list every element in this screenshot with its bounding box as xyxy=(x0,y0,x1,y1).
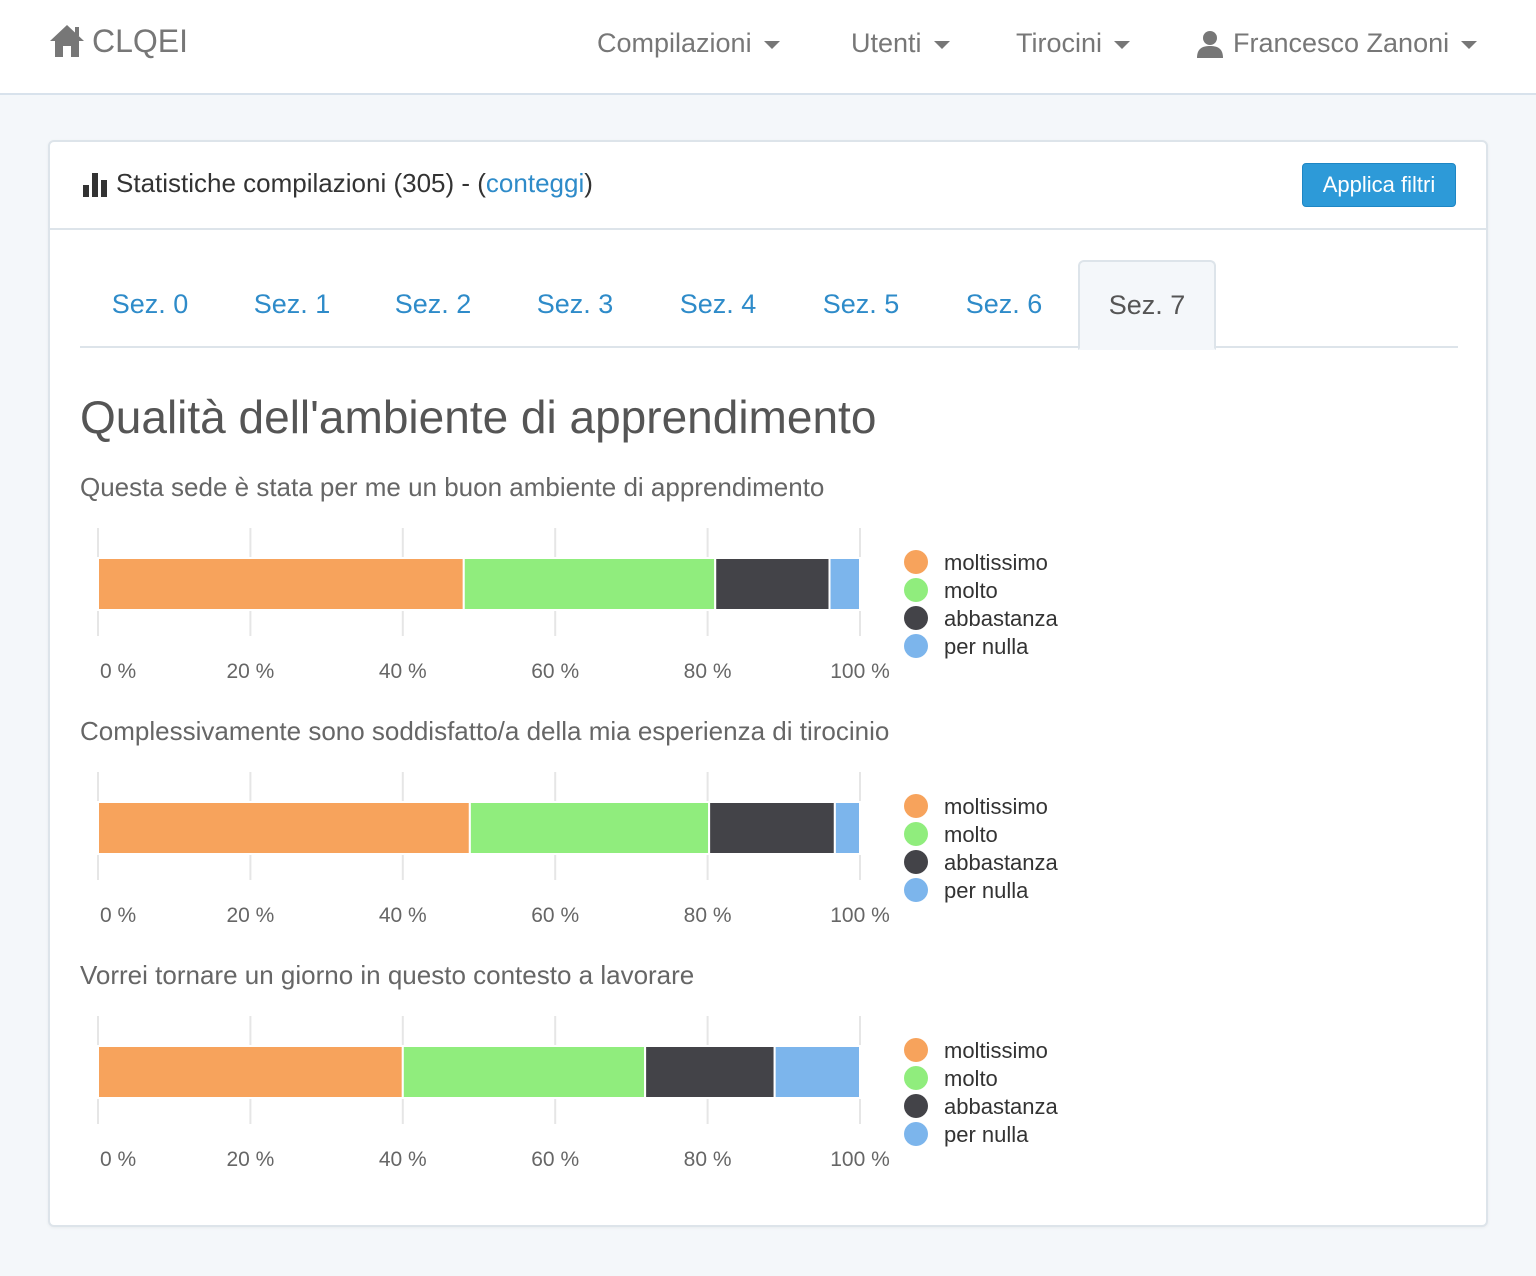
x-tick-label: 0 % xyxy=(100,904,136,927)
user-icon xyxy=(1197,30,1223,58)
stacked-bar-chart: 0 % 20 % 40 % 60 % 80 % 100 % moltissimo molto a… xyxy=(97,1016,1059,1171)
nav-utenti-dropdown[interactable]: Utenti xyxy=(851,28,950,59)
tab-sez-2[interactable]: Sez. 2 xyxy=(364,260,502,348)
legend-label: abbastanza xyxy=(944,1094,1059,1119)
nav-compilazioni-label: Compilazioni xyxy=(597,28,752,58)
stacked-bar-chart: 0 % 20 % 40 % 60 % 80 % 100 % moltissimo molto a… xyxy=(97,528,1059,683)
question-3-label: Vorrei tornare un giorno in questo conte… xyxy=(80,960,695,990)
bar-segment-moltissimo xyxy=(97,1045,404,1099)
nav-compilazioni-dropdown[interactable]: Compilazioni xyxy=(597,28,780,59)
x-tick-label: 60 % xyxy=(531,904,579,927)
navbar: CLQEI Compilazioni Utenti Tirocini Franc… xyxy=(0,0,1536,95)
caret-down-icon xyxy=(1461,41,1478,49)
x-tick-label: 60 % xyxy=(531,1148,579,1171)
section-title: Qualità dell'ambiente di apprendimento xyxy=(80,391,877,443)
chart-1: 0 % 20 % 40 % 60 % 80 % 100 % moltissimo molto a… xyxy=(97,528,1098,688)
chart-3: 0 % 20 % 40 % 60 % 80 % 100 % moltissimo molto a… xyxy=(97,1016,1098,1176)
bar-segment-per-nulla xyxy=(833,801,862,855)
question-1-label: Questa sede è stata per me un buon ambie… xyxy=(80,472,825,502)
bar-segment-per-nulla xyxy=(828,557,862,611)
legend-marker xyxy=(904,1094,928,1118)
bar-segment-abbastanza xyxy=(708,801,836,855)
x-tick-label: 20 % xyxy=(226,1148,274,1171)
panel-title: Statistiche compilazioni (305) - (conteg… xyxy=(82,168,593,199)
legend-label: per nulla xyxy=(944,634,1029,659)
legend-label: moltissimo xyxy=(944,550,1048,575)
bar-segment-moltissimo xyxy=(97,801,471,855)
x-tick-label: 0 % xyxy=(100,1148,136,1171)
legend-label: molto xyxy=(944,1066,998,1091)
x-tick-label: 100 % xyxy=(830,1148,890,1171)
x-tick-label: 60 % xyxy=(531,660,579,683)
x-tick-label: 40 % xyxy=(379,1148,427,1171)
brand-name: CLQEI xyxy=(92,22,189,59)
bar-segment-molto xyxy=(401,1045,647,1099)
bar-segment-molto xyxy=(468,801,711,855)
nav-tirocini-label: Tirocini xyxy=(1016,28,1103,58)
x-tick-label: 80 % xyxy=(684,1148,732,1171)
caret-down-icon xyxy=(763,41,780,49)
tab-sez-7[interactable]: Sez. 7 xyxy=(1078,260,1216,350)
apply-filters-button[interactable]: Applica filtri xyxy=(1302,163,1456,207)
legend-label: per nulla xyxy=(944,878,1029,903)
bar-segment-molto xyxy=(462,557,717,611)
nav-user-label: Francesco Zanoni xyxy=(1233,28,1450,58)
legend-marker xyxy=(904,606,928,630)
legend-marker xyxy=(904,794,928,818)
home-icon xyxy=(50,25,84,57)
bar-chart-icon xyxy=(83,172,107,197)
section-tabs: Sez. 0 Sez. 1 Sez. 2 Sez. 3 Sez. 4 Sez. … xyxy=(80,260,1458,350)
x-tick-label: 80 % xyxy=(684,660,732,683)
x-tick-label: 80 % xyxy=(684,904,732,927)
tab-sez-1[interactable]: Sez. 1 xyxy=(222,260,362,348)
bar-segment-abbastanza xyxy=(644,1045,776,1099)
panel-header: Statistiche compilazioni (305) - (conteg… xyxy=(50,142,1486,230)
chart-2: 0 % 20 % 40 % 60 % 80 % 100 % moltissimo molto a… xyxy=(97,772,1098,932)
legend-label: moltissimo xyxy=(944,794,1048,819)
legend-label: moltissimo xyxy=(944,1038,1048,1063)
tab-sez-0[interactable]: Sez. 0 xyxy=(80,260,220,348)
legend-label: molto xyxy=(944,822,998,847)
bar-segment-per-nulla xyxy=(773,1045,862,1099)
legend-marker xyxy=(904,1122,928,1146)
conteggi-link[interactable]: conteggi xyxy=(486,168,584,199)
x-tick-label: 100 % xyxy=(830,660,890,683)
legend-label: abbastanza xyxy=(944,850,1059,875)
legend-marker xyxy=(904,634,928,658)
legend-label: per nulla xyxy=(944,1122,1029,1147)
caret-down-icon xyxy=(1114,41,1131,49)
tab-sez-6[interactable]: Sez. 6 xyxy=(934,260,1074,348)
x-tick-label: 20 % xyxy=(226,660,274,683)
nav-tirocini-dropdown[interactable]: Tirocini xyxy=(1016,28,1131,59)
legend-marker xyxy=(904,822,928,846)
brand-link[interactable]: CLQEI xyxy=(48,22,188,60)
x-tick-label: 40 % xyxy=(379,904,427,927)
legend-label: molto xyxy=(944,578,998,603)
legend-marker xyxy=(904,550,928,574)
tab-sez-4[interactable]: Sez. 4 xyxy=(648,260,788,348)
tab-sez-5[interactable]: Sez. 5 xyxy=(790,260,932,348)
stacked-bar-chart: 0 % 20 % 40 % 60 % 80 % 100 % moltissimo molto a… xyxy=(97,772,1059,927)
x-tick-label: 100 % xyxy=(830,904,890,927)
nav-user-dropdown[interactable]: Francesco Zanoni xyxy=(1195,28,1478,59)
x-tick-label: 20 % xyxy=(226,904,274,927)
tab-sez-3[interactable]: Sez. 3 xyxy=(504,260,646,348)
caret-down-icon xyxy=(933,41,950,49)
legend-marker xyxy=(904,878,928,902)
legend-marker xyxy=(904,1038,928,1062)
question-2-label: Complessivamente sono soddisfatto/a dell… xyxy=(80,716,890,746)
legend-label: abbastanza xyxy=(944,606,1059,631)
legend-marker xyxy=(904,578,928,602)
bar-segment-moltissimo xyxy=(97,557,465,611)
bar-segment-abbastanza xyxy=(714,557,831,611)
x-tick-label: 0 % xyxy=(100,660,136,683)
nav-utenti-label: Utenti xyxy=(851,28,922,58)
stats-panel: Statistiche compilazioni (305) - (conteg… xyxy=(48,140,1488,1227)
legend-marker xyxy=(904,1066,928,1090)
legend-marker xyxy=(904,850,928,874)
x-tick-label: 40 % xyxy=(379,660,427,683)
panel-title-suffix: ) xyxy=(584,168,593,198)
panel-title-prefix: Statistiche compilazioni (305) - ( xyxy=(116,168,486,198)
